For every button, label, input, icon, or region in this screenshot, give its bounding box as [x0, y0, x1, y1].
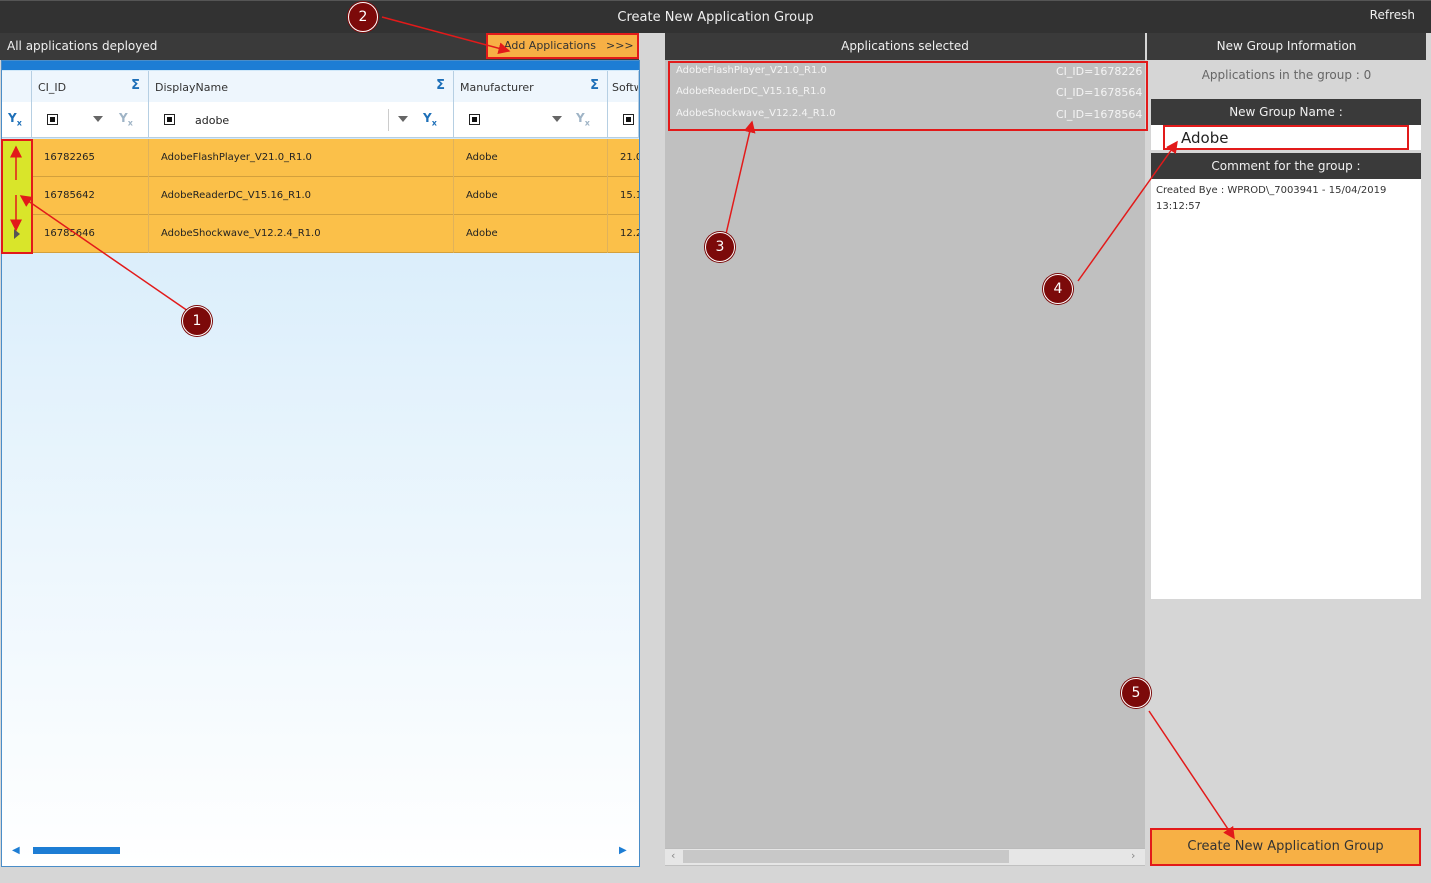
filter-checkbox[interactable] — [164, 114, 175, 125]
annotation-arrow-5 — [1148, 710, 1235, 840]
column-header-ci-id[interactable]: CI_ID Σ — [32, 71, 149, 102]
filter-checkbox[interactable] — [469, 114, 480, 125]
cell-ci-id: 16782265 — [32, 139, 149, 177]
filter-checkbox[interactable] — [623, 114, 634, 125]
group-name-input[interactable] — [1163, 125, 1409, 150]
horizontal-scroll-thumb[interactable] — [33, 847, 120, 854]
annotation-badge-1: 1 — [182, 306, 212, 336]
annotation-box-selected — [668, 61, 1148, 131]
left-panel-title: All applications deployed — [7, 39, 158, 53]
cell-displayname: AdobeShockwave_V12.2.4_R1.0 — [149, 215, 454, 253]
filter-displayname-value[interactable]: adobe — [195, 114, 229, 127]
column-label: CI_ID — [38, 81, 67, 94]
group-comment-label: Comment for the group : — [1151, 153, 1421, 179]
column-label: Manufacturer — [460, 81, 534, 94]
cell-software: 21.0 — [620, 152, 639, 163]
table-row[interactable]: 16785642 AdobeReaderDC_V15.16_R1.0 Adobe… — [32, 177, 639, 215]
clear-filter-icon[interactable]: Yx — [119, 111, 133, 127]
table-row[interactable]: 16785646 AdobeShockwave_V12.2.4_R1.0 Ado… — [32, 215, 639, 253]
table-row[interactable]: 16782265 AdobeFlashPlayer_V21.0_R1.0 Ado… — [32, 139, 639, 177]
annotation-badge-4: 4 — [1043, 274, 1073, 304]
cell-displayname: AdobeFlashPlayer_V21.0_R1.0 — [149, 139, 454, 177]
sigma-icon[interactable]: Σ — [436, 78, 445, 93]
clear-filter-icon[interactable]: Yx — [8, 111, 22, 127]
column-header-software[interactable]: Softw — [608, 71, 639, 102]
filter-ci-id[interactable]: Yx — [32, 102, 149, 138]
add-applications-button[interactable]: Add Applications >>> — [486, 33, 639, 59]
cell-manufacturer: Adobe — [454, 215, 608, 253]
chevron-down-icon[interactable] — [93, 116, 103, 122]
column-label: DisplayName — [155, 81, 228, 94]
refresh-button[interactable]: Refresh — [1370, 8, 1415, 22]
clear-filter-icon[interactable]: Yx — [576, 111, 590, 127]
annotation-badge-5: 5 — [1121, 678, 1151, 708]
filter-checkbox[interactable] — [47, 114, 58, 125]
cell-displayname: AdobeReaderDC_V15.16_R1.0 — [149, 177, 454, 215]
scroll-left-icon[interactable]: ◀ — [12, 845, 20, 856]
row-indicator-header — [2, 71, 32, 102]
clear-filter-icon[interactable]: Yx — [423, 111, 437, 127]
group-name-label: New Group Name : — [1151, 99, 1421, 125]
grid-group-strip — [2, 61, 639, 70]
column-header-displayname[interactable]: DisplayName Σ — [149, 71, 454, 102]
group-comment-textarea[interactable]: Created Bye : WPROD\_7003941 - 15/04/201… — [1151, 179, 1421, 599]
right-panel-title: New Group Information — [1216, 39, 1357, 53]
middle-scroll-thumb[interactable] — [683, 850, 1009, 863]
cell-manufacturer: Adobe — [454, 139, 608, 177]
chevron-down-icon[interactable] — [398, 116, 408, 122]
add-arrows-label: >>> — [606, 39, 634, 52]
apps-count-text: Applications in the group : 0 — [1201, 68, 1372, 82]
cell-manufacturer: Adobe — [454, 177, 608, 215]
chevron-down-icon[interactable] — [552, 116, 562, 122]
column-header-manufacturer[interactable]: Manufacturer Σ — [454, 71, 608, 102]
add-applications-label: Add Applications — [504, 39, 596, 52]
filter-software[interactable] — [608, 102, 639, 138]
cell-ci-id: 16785642 — [32, 177, 149, 215]
scroll-left-icon[interactable]: ‹ — [671, 849, 675, 862]
cell-ci-id: 16785646 — [32, 215, 149, 253]
filter-displayname[interactable]: adobe Yx — [149, 102, 454, 138]
window-title: Create New Application Group — [617, 10, 814, 25]
filter-clear-all[interactable]: Yx — [2, 102, 32, 138]
filter-separator — [388, 109, 389, 131]
sigma-icon[interactable]: Σ — [131, 78, 140, 93]
filter-manufacturer[interactable]: Yx — [454, 102, 608, 138]
cell-software: 15.1 — [620, 190, 639, 201]
scroll-right-icon[interactable]: ▶ — [619, 845, 627, 856]
annotation-badge-2: 2 — [348, 2, 378, 32]
annotation-box-rows — [1, 139, 33, 254]
sigma-icon[interactable]: Σ — [590, 78, 599, 93]
scroll-right-icon[interactable]: › — [1131, 849, 1135, 862]
create-group-button[interactable]: Create New Application Group — [1150, 828, 1421, 866]
middle-panel-title: Applications selected — [841, 39, 969, 53]
cell-software: 12.2 — [620, 228, 639, 239]
annotation-badge-3: 3 — [705, 232, 735, 262]
selected-applications-list — [665, 60, 1145, 866]
column-label: Softw — [612, 81, 638, 94]
